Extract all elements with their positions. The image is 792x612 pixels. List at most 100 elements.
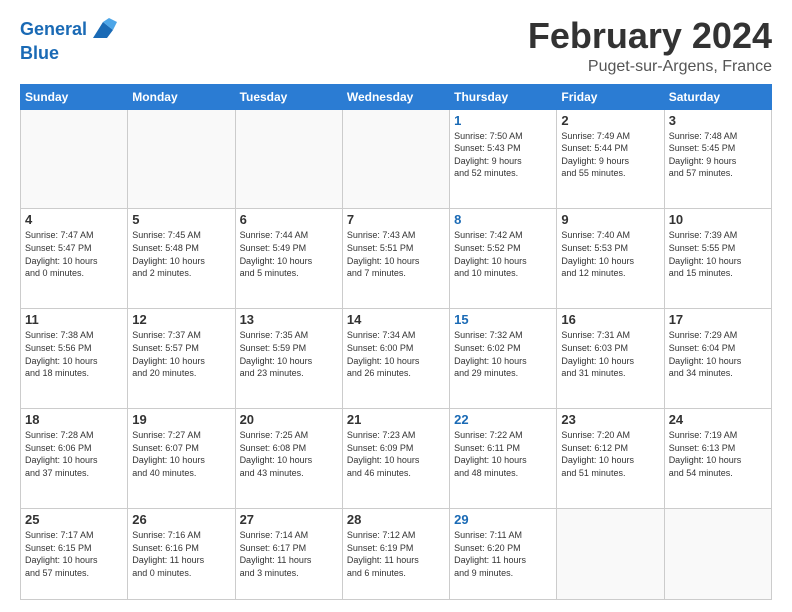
calendar-cell xyxy=(235,109,342,209)
cell-info: Sunrise: 7:47 AMSunset: 5:47 PMDaylight:… xyxy=(25,229,123,279)
day-number: 19 xyxy=(132,412,230,427)
day-number: 7 xyxy=(347,212,445,227)
calendar-cell xyxy=(21,109,128,209)
day-number: 17 xyxy=(669,312,767,327)
calendar-cell: 14Sunrise: 7:34 AMSunset: 6:00 PMDayligh… xyxy=(342,309,449,409)
cell-info: Sunrise: 7:25 AMSunset: 6:08 PMDaylight:… xyxy=(240,429,338,479)
calendar-title: February 2024 xyxy=(528,16,772,56)
calendar-week-row: 1 Sunrise: 7:50 AMSunset: 5:43 PMDaylight… xyxy=(21,109,772,209)
calendar-cell: 24Sunrise: 7:19 AMSunset: 6:13 PMDayligh… xyxy=(664,409,771,509)
weekday-header: Tuesday xyxy=(235,84,342,109)
calendar-cell: 17 Sunrise: 7:29 AMSunset: 6:04 PMDayligh… xyxy=(664,309,771,409)
calendar-cell: 16Sunrise: 7:31 AMSunset: 6:03 PMDayligh… xyxy=(557,309,664,409)
weekday-header: Thursday xyxy=(450,84,557,109)
cell-info: Sunrise: 7:17 AMSunset: 6:15 PMDaylight:… xyxy=(25,529,123,579)
calendar-week-row: 25 Sunrise: 7:17 AMSunset: 6:15 PMDayligh… xyxy=(21,509,772,600)
page: General Blue February 2024 Puget-sur-Arg… xyxy=(0,0,792,612)
day-number: 22 xyxy=(454,412,552,427)
header-row: SundayMondayTuesdayWednesdayThursdayFrid… xyxy=(21,84,772,109)
cell-info: Sunrise: 7:12 AMSunset: 6:19 PMDaylight:… xyxy=(347,529,445,579)
day-number: 15 xyxy=(454,312,552,327)
day-number: 29 xyxy=(454,512,552,527)
cell-info: Sunrise: 7:11 AMSunset: 6:20 PMDaylight:… xyxy=(454,529,552,579)
calendar-cell: 21 Sunrise: 7:23 AMSunset: 6:09 PMDayligh… xyxy=(342,409,449,509)
logo-text: General xyxy=(20,20,87,40)
calendar-week-row: 18 Sunrise: 7:28 AMSunset: 6:06 PMDayligh… xyxy=(21,409,772,509)
cell-info: Sunrise: 7:31 AMSunset: 6:03 PMDaylight:… xyxy=(561,329,659,379)
calendar-cell: 1 Sunrise: 7:50 AMSunset: 5:43 PMDaylight… xyxy=(450,109,557,209)
cell-info: Sunrise: 7:27 AMSunset: 6:07 PMDaylight:… xyxy=(132,429,230,479)
cell-info: Sunrise: 7:50 AMSunset: 5:43 PMDaylight:… xyxy=(454,130,552,180)
calendar-cell xyxy=(128,109,235,209)
calendar-cell: 4 Sunrise: 7:47 AMSunset: 5:47 PMDaylight… xyxy=(21,209,128,309)
calendar-cell: 9 Sunrise: 7:40 AMSunset: 5:53 PMDaylight… xyxy=(557,209,664,309)
day-number: 28 xyxy=(347,512,445,527)
calendar-week-row: 11 Sunrise: 7:38 AMSunset: 5:56 PMDayligh… xyxy=(21,309,772,409)
day-number: 10 xyxy=(669,212,767,227)
weekday-header: Sunday xyxy=(21,84,128,109)
day-number: 11 xyxy=(25,312,123,327)
day-number: 4 xyxy=(25,212,123,227)
cell-info: Sunrise: 7:20 AMSunset: 6:12 PMDaylight:… xyxy=(561,429,659,479)
calendar-cell: 13 Sunrise: 7:35 AMSunset: 5:59 PMDayligh… xyxy=(235,309,342,409)
day-number: 1 xyxy=(454,113,552,128)
cell-info: Sunrise: 7:44 AMSunset: 5:49 PMDaylight:… xyxy=(240,229,338,279)
cell-info: Sunrise: 7:37 AMSunset: 5:57 PMDaylight:… xyxy=(132,329,230,379)
day-number: 18 xyxy=(25,412,123,427)
logo-text2: Blue xyxy=(20,44,117,64)
calendar-week-row: 4 Sunrise: 7:47 AMSunset: 5:47 PMDaylight… xyxy=(21,209,772,309)
cell-info: Sunrise: 7:32 AMSunset: 6:02 PMDaylight:… xyxy=(454,329,552,379)
day-number: 27 xyxy=(240,512,338,527)
calendar-cell: 11 Sunrise: 7:38 AMSunset: 5:56 PMDayligh… xyxy=(21,309,128,409)
cell-info: Sunrise: 7:14 AMSunset: 6:17 PMDaylight:… xyxy=(240,529,338,579)
day-number: 12 xyxy=(132,312,230,327)
calendar-cell: 22 Sunrise: 7:22 AMSunset: 6:11 PMDayligh… xyxy=(450,409,557,509)
header: General Blue February 2024 Puget-sur-Arg… xyxy=(20,16,772,76)
day-number: 2 xyxy=(561,113,659,128)
calendar-cell: 2 Sunrise: 7:49 AMSunset: 5:44 PMDaylight… xyxy=(557,109,664,209)
day-number: 6 xyxy=(240,212,338,227)
day-number: 3 xyxy=(669,113,767,128)
cell-info: Sunrise: 7:23 AMSunset: 6:09 PMDaylight:… xyxy=(347,429,445,479)
weekday-header: Wednesday xyxy=(342,84,449,109)
calendar-cell: 20 Sunrise: 7:25 AMSunset: 6:08 PMDayligh… xyxy=(235,409,342,509)
calendar-subtitle: Puget-sur-Argens, France xyxy=(528,58,772,76)
calendar-cell xyxy=(557,509,664,600)
cell-info: Sunrise: 7:35 AMSunset: 5:59 PMDaylight:… xyxy=(240,329,338,379)
day-number: 25 xyxy=(25,512,123,527)
cell-info: Sunrise: 7:16 AMSunset: 6:16 PMDaylight:… xyxy=(132,529,230,579)
cell-info: Sunrise: 7:22 AMSunset: 6:11 PMDaylight:… xyxy=(454,429,552,479)
logo: General Blue xyxy=(20,16,117,64)
calendar-cell: 28 Sunrise: 7:12 AMSunset: 6:19 PMDayligh… xyxy=(342,509,449,600)
calendar-cell xyxy=(664,509,771,600)
cell-info: Sunrise: 7:48 AMSunset: 5:45 PMDaylight:… xyxy=(669,130,767,180)
cell-info: Sunrise: 7:49 AMSunset: 5:44 PMDaylight:… xyxy=(561,130,659,180)
calendar-table: SundayMondayTuesdayWednesdayThursdayFrid… xyxy=(20,84,772,600)
day-number: 9 xyxy=(561,212,659,227)
weekday-header: Friday xyxy=(557,84,664,109)
calendar-cell: 3 Sunrise: 7:48 AMSunset: 5:45 PMDaylight… xyxy=(664,109,771,209)
calendar-cell: 27 Sunrise: 7:14 AMSunset: 6:17 PMDayligh… xyxy=(235,509,342,600)
day-number: 21 xyxy=(347,412,445,427)
day-number: 5 xyxy=(132,212,230,227)
cell-info: Sunrise: 7:28 AMSunset: 6:06 PMDaylight:… xyxy=(25,429,123,479)
weekday-header: Monday xyxy=(128,84,235,109)
cell-info: Sunrise: 7:40 AMSunset: 5:53 PMDaylight:… xyxy=(561,229,659,279)
day-number: 13 xyxy=(240,312,338,327)
cell-info: Sunrise: 7:39 AMSunset: 5:55 PMDaylight:… xyxy=(669,229,767,279)
title-block: February 2024 Puget-sur-Argens, France xyxy=(528,16,772,76)
day-number: 14 xyxy=(347,312,445,327)
calendar-cell: 5Sunrise: 7:45 AMSunset: 5:48 PMDaylight… xyxy=(128,209,235,309)
calendar-cell: 6 Sunrise: 7:44 AMSunset: 5:49 PMDaylight… xyxy=(235,209,342,309)
cell-info: Sunrise: 7:38 AMSunset: 5:56 PMDaylight:… xyxy=(25,329,123,379)
cell-info: Sunrise: 7:19 AMSunset: 6:13 PMDaylight:… xyxy=(669,429,767,479)
day-number: 8 xyxy=(454,212,552,227)
calendar-cell: 18 Sunrise: 7:28 AMSunset: 6:06 PMDayligh… xyxy=(21,409,128,509)
calendar-cell: 23Sunrise: 7:20 AMSunset: 6:12 PMDayligh… xyxy=(557,409,664,509)
day-number: 20 xyxy=(240,412,338,427)
logo-icon xyxy=(89,16,117,44)
calendar-cell: 26Sunrise: 7:16 AMSunset: 6:16 PMDayligh… xyxy=(128,509,235,600)
calendar-cell: 19 Sunrise: 7:27 AMSunset: 6:07 PMDayligh… xyxy=(128,409,235,509)
calendar-cell: 12 Sunrise: 7:37 AMSunset: 5:57 PMDayligh… xyxy=(128,309,235,409)
cell-info: Sunrise: 7:29 AMSunset: 6:04 PMDaylight:… xyxy=(669,329,767,379)
